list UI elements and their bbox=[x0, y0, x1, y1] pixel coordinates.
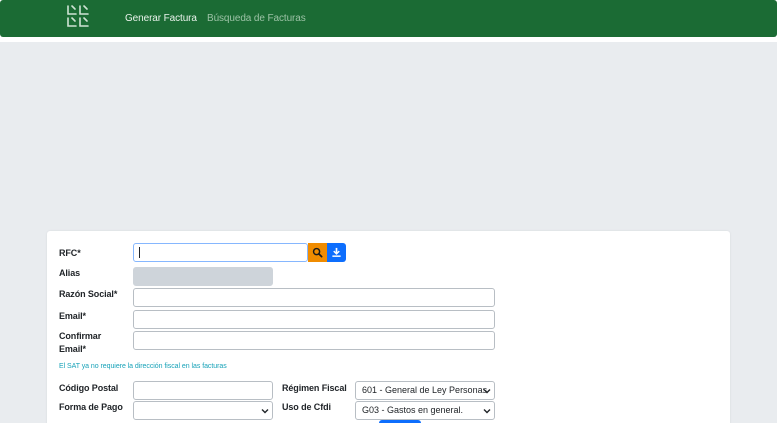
confirm-email-input[interactable] bbox=[133, 331, 495, 350]
nav-generar-factura[interactable]: Generar Factura bbox=[125, 13, 197, 25]
download-icon bbox=[332, 247, 341, 257]
uso-cfdi-label: Uso de Cfdi bbox=[282, 402, 331, 412]
text-caret bbox=[139, 247, 140, 258]
nav-busqueda-facturas[interactable]: Búsqueda de Facturas bbox=[207, 13, 306, 25]
logo-icon[interactable] bbox=[66, 4, 90, 28]
rfc-input[interactable] bbox=[133, 243, 308, 262]
uso-cfdi-select[interactable]: G03 - Gastos en general. bbox=[355, 401, 495, 420]
confirm-email-label-line1: Confirmar bbox=[59, 331, 102, 341]
sat-note: El SAT ya no requiere la dirección fisca… bbox=[59, 363, 227, 370]
razon-social-label: Razón Social* bbox=[59, 289, 118, 299]
regimen-fiscal-label: Régimen Fiscal bbox=[282, 383, 347, 393]
alias-input bbox=[133, 267, 273, 286]
alias-label: Alias bbox=[59, 268, 81, 278]
forma-pago-select[interactable] bbox=[133, 401, 273, 420]
chevron-down-icon bbox=[261, 409, 269, 414]
codigo-postal-input[interactable] bbox=[133, 381, 273, 400]
search-icon bbox=[312, 247, 323, 258]
codigo-postal-label: Código Postal bbox=[59, 383, 119, 393]
chevron-down-icon bbox=[483, 389, 491, 394]
email-label: Email* bbox=[59, 311, 86, 321]
razon-social-input[interactable] bbox=[133, 288, 495, 307]
chevron-down-icon bbox=[483, 409, 491, 414]
download-button[interactable] bbox=[327, 243, 346, 262]
forma-pago-label: Forma de Pago bbox=[59, 402, 123, 412]
navbar: Generar Factura Búsqueda de Facturas bbox=[0, 0, 777, 37]
confirm-email-label-line2: Email* bbox=[59, 344, 86, 354]
rfc-label: RFC* bbox=[59, 248, 81, 258]
email-input[interactable] bbox=[133, 310, 495, 329]
regimen-fiscal-select[interactable]: 601 - General de Ley Personas bbox=[355, 381, 495, 400]
search-rfc-button[interactable] bbox=[308, 243, 327, 262]
